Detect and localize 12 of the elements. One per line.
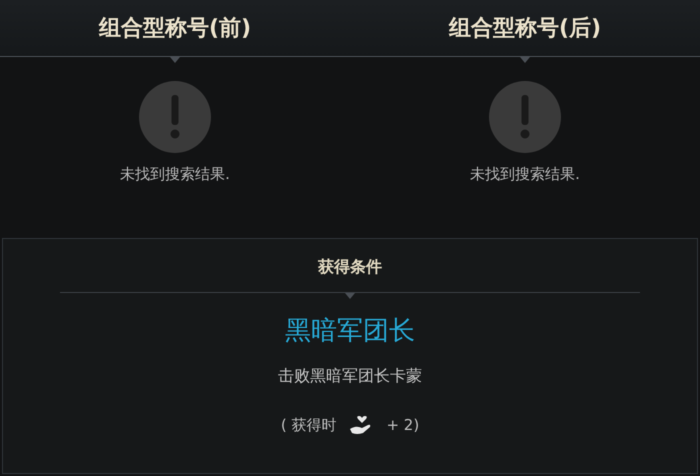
column-title: 组合型称号(后): [448, 15, 602, 43]
empty-result-message: 未找到搜索结果.: [470, 165, 580, 184]
title-name: 黑暗军团长: [285, 315, 415, 348]
condition-description: 击败黑暗军团长卡蒙: [278, 366, 422, 387]
reward-amount: + 2): [386, 416, 420, 434]
empty-result-message: 未找到搜索结果.: [120, 165, 230, 184]
warning-icon: [489, 81, 561, 153]
condition-header: 获得条件: [318, 257, 382, 278]
reward-label: ( 获得时: [280, 416, 336, 434]
pointer-notch: [345, 293, 355, 299]
warning-icon: [139, 81, 211, 153]
column-title: 组合型称号(前): [98, 15, 252, 43]
